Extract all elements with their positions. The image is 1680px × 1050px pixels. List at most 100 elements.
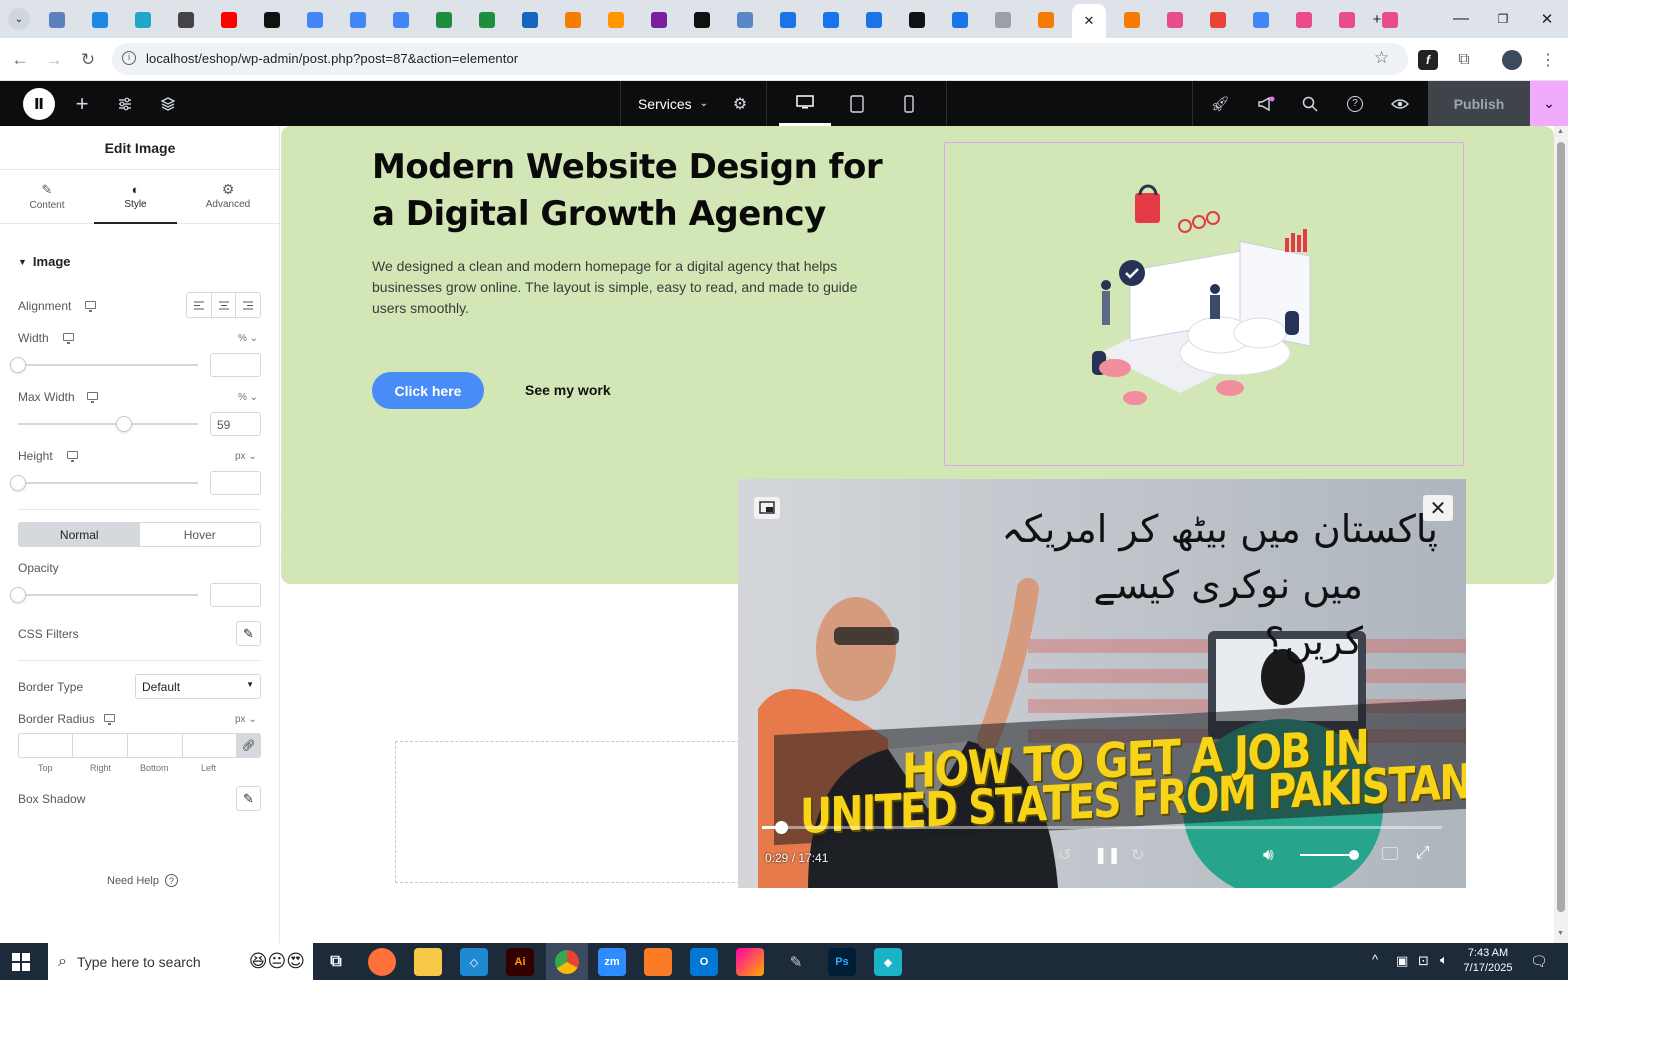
browser-tab[interactable]	[298, 6, 332, 34]
windows-start-icon[interactable]	[12, 953, 30, 974]
browser-tab[interactable]	[83, 6, 117, 34]
state-hover-tab[interactable]: Hover	[140, 523, 261, 546]
need-help-link[interactable]: Need Help ?	[107, 874, 178, 887]
profile-avatar[interactable]	[1500, 48, 1524, 72]
volume-slider-handle[interactable]	[1349, 850, 1359, 860]
selected-image-widget[interactable]	[944, 142, 1464, 466]
tab-advanced[interactable]: ⚙ Advanced	[185, 172, 271, 224]
firefox-icon[interactable]	[368, 948, 396, 976]
browser-tab[interactable]	[470, 6, 504, 34]
radius-right-input[interactable]	[73, 734, 128, 757]
align-right-icon[interactable]	[236, 293, 260, 317]
taskbar-search[interactable]: ⌕ Type here to search 😆😐😍	[48, 943, 313, 980]
max-width-unit-select[interactable]: % ⌄	[238, 392, 258, 403]
link-values-icon[interactable]: 🔗︎	[237, 734, 260, 757]
rewind-10-icon[interactable]: ↺	[1058, 845, 1071, 865]
task-view-icon[interactable]: ⧉	[322, 948, 350, 976]
fullscreen-icon[interactable]: ⤢	[1416, 843, 1430, 863]
system-clock[interactable]: 7:43 AM 7/17/2025	[1460, 946, 1516, 976]
height-unit-select[interactable]: px ⌄	[235, 451, 257, 462]
close-tab-icon[interactable]: ✕	[1084, 13, 1095, 29]
creative-cloud-icon[interactable]	[736, 948, 764, 976]
scroll-down-arrow-icon[interactable]: ▼	[1557, 930, 1564, 937]
browser-menu-icon[interactable]: ⋮	[1536, 48, 1560, 72]
responsive-desktop-icon[interactable]	[67, 451, 78, 462]
bookmark-star-icon[interactable]: ☆	[1374, 48, 1389, 68]
browser-tab[interactable]	[1244, 6, 1278, 34]
site-info-icon[interactable]: i	[122, 51, 136, 65]
browser-tab[interactable]	[728, 6, 762, 34]
rocket-icon[interactable]: 🚀︎	[1208, 81, 1232, 126]
canvas-scrollbar[interactable]: ▲ ▼	[1554, 126, 1568, 943]
browser-tab[interactable]	[1115, 6, 1149, 34]
scrollbar-thumb[interactable]	[1557, 142, 1565, 912]
height-slider[interactable]	[10, 475, 198, 491]
notifications-megaphone-icon[interactable]	[1254, 81, 1278, 126]
browser-tab[interactable]	[1330, 6, 1364, 34]
browser-tab[interactable]	[126, 6, 160, 34]
browser-tab[interactable]	[599, 6, 633, 34]
mobile-view-icon[interactable]	[897, 81, 921, 126]
browser-tab[interactable]	[685, 6, 719, 34]
max-width-slider-handle[interactable]	[116, 416, 133, 432]
outlook-icon[interactable]: O	[690, 948, 718, 976]
structure-layers-icon[interactable]	[156, 81, 180, 126]
tablet-view-icon[interactable]	[845, 81, 869, 126]
tab-search-chevron-icon[interactable]: ⌄	[8, 8, 30, 30]
speaker-icon[interactable]: 🔈︎	[1440, 952, 1448, 968]
border-radius-unit-select[interactable]: px ⌄	[235, 714, 257, 725]
radius-bottom-input[interactable]	[128, 734, 183, 757]
page-settings-gear-icon[interactable]: ⚙	[728, 81, 752, 126]
vscode-icon[interactable]: ◇	[460, 948, 488, 976]
width-unit-select[interactable]: % ⌄	[238, 333, 258, 344]
align-left-icon[interactable]	[187, 293, 212, 317]
opacity-input[interactable]	[210, 583, 261, 607]
restore-button[interactable]: ❐	[1492, 8, 1514, 30]
max-width-slider[interactable]	[18, 416, 198, 432]
close-pip-icon[interactable]: ✕	[1423, 495, 1453, 521]
network-icon[interactable]: ⊡	[1418, 953, 1429, 969]
click-here-button[interactable]: Click here	[372, 372, 484, 409]
responsive-desktop-icon[interactable]	[87, 392, 98, 403]
publish-options-chevron-icon[interactable]: ⌄	[1530, 81, 1568, 126]
address-url[interactable]: localhost/eshop/wp-admin/post.php?post=8…	[146, 51, 518, 66]
desktop-view-icon[interactable]	[779, 81, 831, 126]
captions-icon[interactable]	[1382, 847, 1398, 860]
address-bar[interactable]: i localhost/eshop/wp-admin/post.php?post…	[112, 43, 1408, 75]
browser-tab[interactable]	[341, 6, 375, 34]
minimize-button[interactable]: —	[1450, 8, 1472, 30]
browser-tab[interactable]	[212, 6, 246, 34]
pause-icon[interactable]: ❚❚	[1094, 845, 1121, 865]
browser-tab[interactable]	[1287, 6, 1321, 34]
section-image-toggle[interactable]: ▼ Image	[18, 254, 71, 269]
video-progress-bar[interactable]	[762, 821, 1442, 834]
app-icon[interactable]: ◆	[874, 948, 902, 976]
browser-tab[interactable]	[1158, 6, 1192, 34]
css-filters-edit-pencil-icon[interactable]: ✎	[236, 621, 261, 646]
reload-icon[interactable]: ↻	[76, 48, 100, 72]
browser-tab[interactable]	[900, 6, 934, 34]
responsive-desktop-icon[interactable]	[85, 301, 96, 312]
radius-top-input[interactable]	[19, 734, 73, 757]
help-icon[interactable]: ?	[1343, 81, 1367, 126]
forward-arrow-icon[interactable]: →	[42, 48, 66, 72]
browser-tab[interactable]	[943, 6, 977, 34]
illustrator-icon[interactable]: Ai	[506, 948, 534, 976]
close-window-button[interactable]: ✕	[1536, 8, 1558, 30]
border-type-select[interactable]: Default ▼	[135, 674, 261, 699]
notifications-icon[interactable]: 🗨︎	[1530, 953, 1548, 970]
responsive-desktop-icon[interactable]	[104, 714, 115, 725]
opacity-slider[interactable]	[10, 587, 198, 603]
pip-video-player[interactable]: پاکستان میں بیٹھ کر امریکہ میں نوکری کیس…	[738, 479, 1466, 888]
browser-tab[interactable]	[814, 6, 848, 34]
tab-style[interactable]: ◐ Style	[94, 172, 177, 224]
width-input[interactable]	[210, 353, 261, 377]
empty-drop-area[interactable]	[395, 741, 745, 883]
hero-heading[interactable]: Modern Website Design for a Digital Grow…	[372, 144, 892, 238]
extension-icon[interactable]: f	[1418, 50, 1438, 70]
state-normal-tab[interactable]: Normal	[19, 523, 140, 546]
back-arrow-icon[interactable]: ←	[8, 48, 32, 72]
height-slider-handle[interactable]	[10, 475, 26, 491]
browser-tab[interactable]	[255, 6, 289, 34]
back-to-tab-icon[interactable]	[754, 497, 780, 519]
